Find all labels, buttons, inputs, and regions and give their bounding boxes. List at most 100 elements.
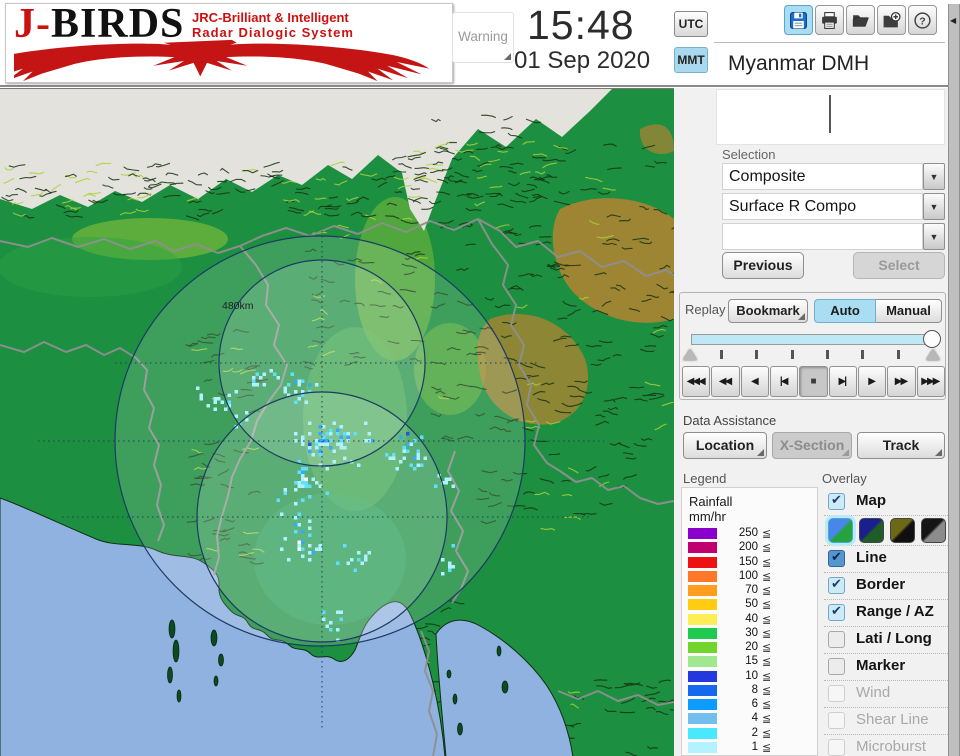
logo-tagline-1: JRC-Brilliant & Intelligent [192,10,349,25]
auto-button[interactable]: Auto [814,299,876,323]
overlay-item-label: Marker [856,657,906,674]
overlay-item-label: Microburst [856,738,927,755]
legend-symbol: ≦ [762,613,772,626]
play-reverse-button[interactable]: ◀ [740,366,769,397]
legend-value: 40 [745,612,758,625]
forward-button[interactable]: ▶▶ [887,366,916,397]
overlay-row-line: ✔ Line [824,546,948,573]
mmt-toggle-button[interactable]: MMT [674,47,708,73]
replay-group: Replay Bookmark Auto Manual ◀◀◀ ◀◀ ◀ |◀ ■ ▶| ▶… [679,292,946,400]
overlay-item-label: Range / AZ [856,603,934,620]
legend-row: 200 ≦ [682,541,817,555]
overlay-item-label: Map [856,492,886,509]
legend-row: 50 ≦ [682,598,817,612]
overlay-row-microburst: Microburst [824,735,948,756]
rewind-fast-button[interactable]: ◀◀◀ [682,366,711,397]
selection-label: Selection [722,147,776,162]
legend-value: 10 [745,669,758,682]
map-style-swatch-4[interactable] [921,518,946,543]
legend-symbol: ≦ [762,542,772,555]
product-dropdown-1[interactable]: Composite [722,163,923,190]
checkbox-lati-long[interactable] [828,631,845,648]
site-input[interactable] [716,89,945,145]
replay-slider-track[interactable] [691,334,938,345]
save-button[interactable] [784,5,813,35]
checkbox-wind [828,685,845,702]
legend-swatch [688,556,717,568]
legend-label: Legend [683,471,727,486]
select-button[interactable]: Select [853,252,945,279]
legend-symbol: ≦ [762,670,772,683]
forward-fast-button[interactable]: ▶▶▶ [916,366,945,397]
checkbox-map[interactable]: ✔ [828,492,845,510]
dropdown-2-arrow[interactable]: ▼ [923,193,945,220]
product-dropdown-3[interactable] [722,223,923,250]
legend-row: 250 ≦ [682,527,817,541]
replay-slider-thumb[interactable] [923,330,941,348]
warning-button[interactable]: Warning [452,12,514,63]
stop-button[interactable]: ■ [799,366,828,397]
map-style-swatch-1[interactable] [828,518,853,543]
legend-value: 30 [745,626,758,639]
legend-row: 6 ≦ [682,698,817,712]
toolbar-separator [714,42,945,43]
checkbox-line[interactable]: ✔ [828,549,845,567]
legend-value: 6 [751,698,758,710]
print-button[interactable] [815,5,844,35]
open-folder-button[interactable] [846,5,875,35]
play-button[interactable]: ▶ [857,366,887,397]
step-forward-button[interactable]: ▶| [828,366,857,397]
track-button[interactable]: Track [857,432,945,459]
map-style-swatch-2[interactable] [859,518,884,543]
checkbox-marker[interactable] [828,658,845,675]
location-button[interactable]: Location [683,432,767,459]
legend-symbol: ≦ [762,570,772,583]
legend-symbol: ≦ [762,528,772,540]
product-dropdown-2[interactable]: Surface R Compo [722,193,923,220]
legend-swatch [688,741,717,753]
legend-symbol: ≦ [762,699,772,711]
legend-swatch [688,699,717,710]
utc-toggle-button[interactable]: UTC [674,11,708,37]
radar-map[interactable]: 480km [0,88,685,756]
legend-symbol: ≦ [762,556,772,569]
collapse-arrow-icon: ◀ [950,16,957,25]
help-button[interactable]: ? [908,5,937,35]
legend-symbol: ≦ [762,741,772,754]
overlay-row-lati-long: Lati / Long [824,627,948,654]
legend-swatch [688,727,717,739]
map-style-swatches [824,516,948,546]
legend-symbol: ≦ [762,713,772,726]
legend-value: 200 [738,541,758,554]
bookmark-button[interactable]: Bookmark [728,299,808,323]
add-folder-button[interactable] [877,5,906,35]
overlay-row-marker: Marker [824,654,948,681]
checkbox-shear-line [828,712,845,729]
legend-title: Rainfall [689,494,733,509]
panel-splitter[interactable]: ◀ [948,4,960,756]
rewind-button[interactable]: ◀◀ [711,366,740,397]
transport-controls: ◀◀◀ ◀◀ ◀ |◀ ■ ▶| ▶ ▶▶ ▶▶▶ [682,366,945,397]
range-end-marker[interactable] [926,349,940,360]
range-start-marker[interactable] [683,349,697,360]
clock-time: 15:48 [527,2,635,48]
dropdown-1-arrow[interactable]: ▼ [923,163,945,190]
rainfall-legend: Rainfall mm/hr 250 ≦ 200 ≦ 150 ≦ 100 ≦ 70 ≦ 50 ≦ 40 ≦… [681,487,818,756]
overlay-item-label: Line [856,549,887,566]
manual-button[interactable]: Manual [876,299,942,323]
text-cursor [829,95,831,133]
check-icon: ✔ [831,492,842,507]
checkbox-border[interactable]: ✔ [828,576,845,594]
x-section-button[interactable]: X-Section [772,432,852,459]
legend-row: 10 ≦ [682,669,817,684]
open-folder-icon [852,14,869,27]
slider-tick [755,350,759,359]
previous-button[interactable]: Previous [722,252,804,279]
map-style-swatch-3[interactable] [890,518,915,543]
add-folder-icon [883,11,901,27]
checkbox-range-az[interactable]: ✔ [828,603,845,621]
step-back-button[interactable]: |◀ [769,366,799,397]
dropdown-3-arrow[interactable]: ▼ [923,223,945,250]
print-icon [822,11,837,29]
legend-value: 15 [745,655,758,668]
